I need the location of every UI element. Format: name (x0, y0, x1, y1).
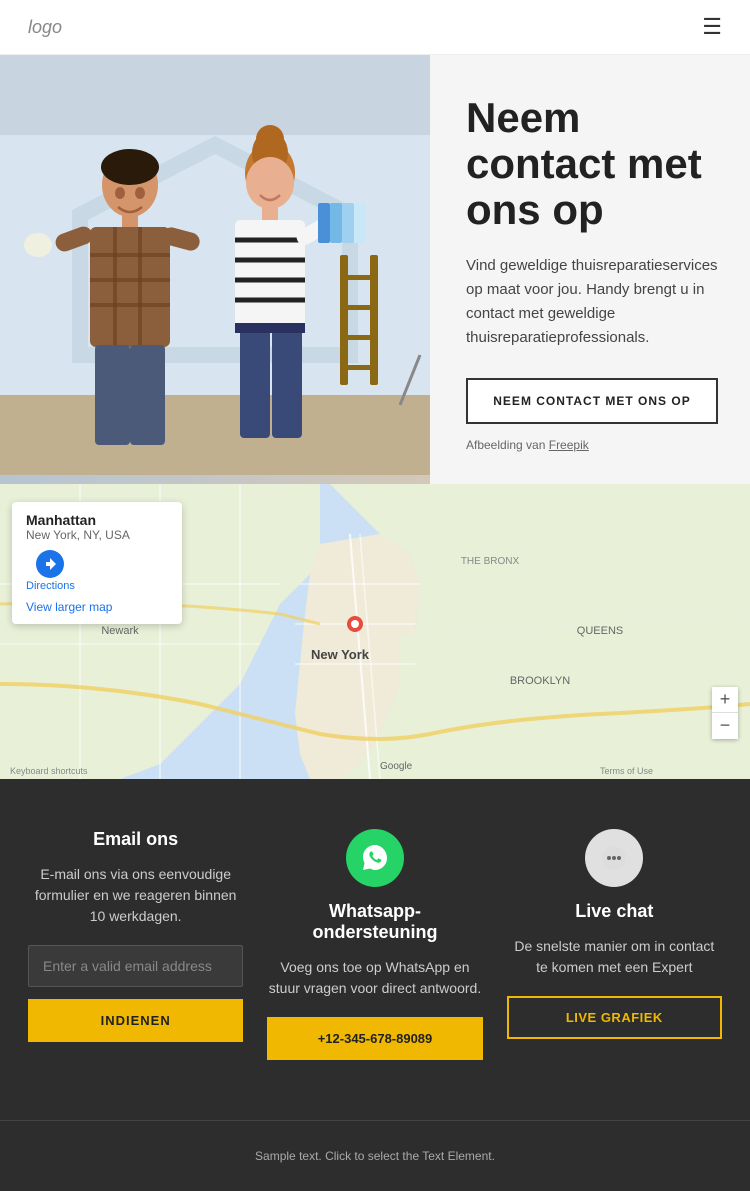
whatsapp-title: Whatsapp-ondersteuning (267, 901, 482, 943)
footer: Sample text. Click to select the Text El… (0, 1120, 750, 1191)
svg-text:BROOKLYN: BROOKLYN (510, 675, 570, 687)
livechat-icon (585, 829, 643, 887)
hamburger-menu-icon[interactable]: ☰ (702, 14, 722, 40)
hero-image (0, 55, 430, 484)
image-credit: Afbeelding van Freepik (466, 438, 718, 452)
navbar: logo ☰ (0, 0, 750, 55)
email-title: Email ons (93, 829, 178, 850)
whatsapp-column: Whatsapp-ondersteuning Voeg ons toe op W… (267, 829, 482, 1060)
zoom-out-button[interactable]: − (712, 713, 738, 739)
logo: logo (28, 17, 62, 38)
svg-text:THE BRONX: THE BRONX (461, 556, 520, 567)
whatsapp-phone-button[interactable]: +12-345-678-89089 (267, 1017, 482, 1060)
map-section: New York Newark BROOKLYN QUEENS THE BRON… (0, 484, 750, 779)
whatsapp-icon (346, 829, 404, 887)
svg-text:Keyboard shortcuts: Keyboard shortcuts (10, 766, 88, 776)
map-card-subtitle: New York, NY, USA (26, 528, 168, 542)
contact-section: Email ons E-mail ons via ons eenvoudige … (0, 779, 750, 1120)
map-background: New York Newark BROOKLYN QUEENS THE BRON… (0, 484, 750, 779)
view-larger-map-link[interactable]: View larger map (26, 600, 168, 614)
whatsapp-description: Voeg ons toe op WhatsApp en stuur vragen… (267, 957, 482, 999)
directions-button[interactable]: Directions (26, 550, 75, 592)
email-description: E-mail ons via ons eenvoudige formulier … (28, 864, 243, 927)
submit-email-button[interactable]: INDIENEN (28, 999, 243, 1042)
zoom-in-button[interactable]: + (712, 687, 738, 713)
livechat-description: De snelste manier om in contact te komen… (507, 936, 722, 978)
livechat-column: Live chat De snelste manier om in contac… (507, 829, 722, 1060)
map-card-title: Manhattan (26, 512, 168, 528)
hero-content: Neem contact met ons op Vind geweldige t… (430, 55, 750, 484)
svg-text:Google: Google (380, 761, 413, 772)
hero-description: Vind geweldige thuisreparatieservices op… (466, 254, 718, 350)
map-card: Manhattan New York, NY, USA Directions V… (12, 502, 182, 624)
svg-text:New York: New York (311, 647, 370, 662)
footer-text: Sample text. Click to select the Text El… (28, 1149, 722, 1163)
livechat-button[interactable]: LIVE GRAFIEK (507, 996, 722, 1039)
hero-section: Neem contact met ons op Vind geweldige t… (0, 55, 750, 484)
svg-text:Terms of Use: Terms of Use (600, 766, 653, 776)
freepik-link[interactable]: Freepik (549, 438, 589, 452)
contact-cta-button[interactable]: NEEM CONTACT MET ONS OP (466, 378, 718, 424)
contact-grid: Email ons E-mail ons via ons eenvoudige … (28, 829, 722, 1060)
svg-text:QUEENS: QUEENS (577, 625, 623, 637)
svg-text:Newark: Newark (101, 625, 139, 637)
map-zoom-controls: + − (712, 687, 738, 739)
email-input[interactable] (28, 945, 243, 987)
email-column: Email ons E-mail ons via ons eenvoudige … (28, 829, 243, 1060)
livechat-title: Live chat (575, 901, 653, 922)
hero-title: Neem contact met ons op (466, 95, 718, 234)
